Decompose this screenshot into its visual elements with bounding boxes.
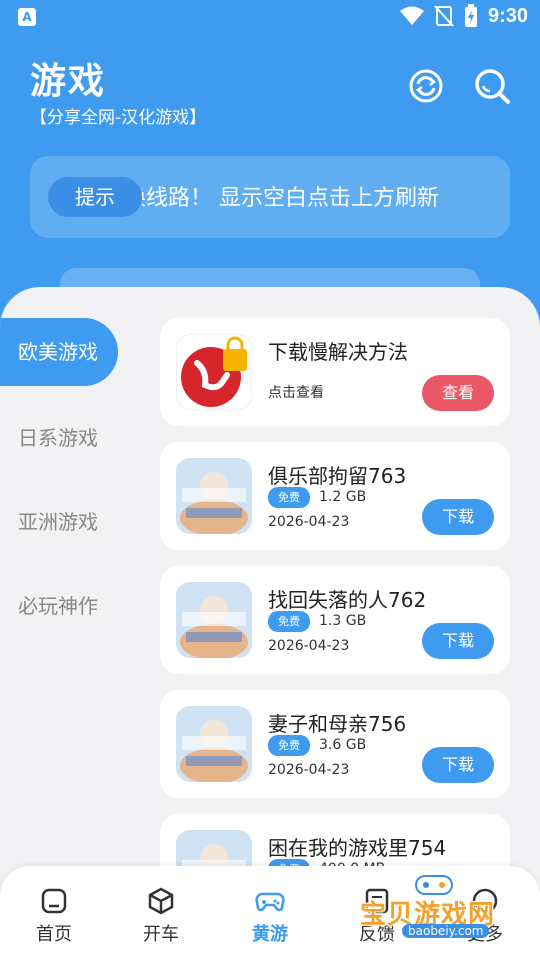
- download-button[interactable]: 下载: [422, 623, 494, 659]
- notice-text: 切换线路！ 显示空白点击上方刷新: [142, 186, 439, 211]
- promo-app-icon: [176, 334, 252, 410]
- release-date: 2026-04-23: [268, 762, 350, 778]
- file-size: 1.3 GB: [319, 613, 367, 629]
- nav-drive[interactable]: 开车: [116, 886, 206, 946]
- notification-icon: A: [18, 8, 36, 26]
- home-icon: [41, 888, 67, 914]
- search-button[interactable]: [472, 66, 512, 106]
- nav-games[interactable]: 黄游: [225, 886, 315, 946]
- download-button[interactable]: 下载: [422, 499, 494, 535]
- game-title: 困在我的游戏里754: [268, 836, 447, 860]
- game-card[interactable]: 妻子和母亲756 免费 3.6 GB 2026-04-23 下载: [160, 690, 510, 798]
- watermark-url: baobeiy.com: [402, 924, 490, 938]
- download-button[interactable]: 下载: [422, 747, 494, 783]
- game-title: 俱乐部拘留763: [268, 464, 407, 488]
- nav-home[interactable]: 首页: [9, 886, 99, 946]
- game-card[interactable]: 找回失落的人762 免费 1.3 GB 2026-04-23 下载: [160, 566, 510, 674]
- content-panel: 欧美游戏 日系游戏 亚洲游戏 必玩神作 下载慢解决方法 点击查看 查看 俱乐部拘…: [0, 287, 540, 960]
- free-badge: 免费: [268, 487, 310, 508]
- notice-badge: 提示: [48, 177, 142, 217]
- page-title: 游戏: [30, 61, 107, 102]
- category-asian[interactable]: 亚洲游戏: [0, 488, 118, 556]
- search-icon: [475, 69, 510, 104]
- notice-banner[interactable]: 提示 切换线路！ 显示空白点击上方刷新: [30, 156, 510, 238]
- wifi-icon: [399, 6, 424, 25]
- category-must-play[interactable]: 必玩神作: [0, 572, 118, 640]
- promo-title: 下载慢解决方法: [268, 340, 408, 364]
- category-western[interactable]: 欧美游戏: [0, 318, 118, 386]
- status-bar: A 9:30: [0, 0, 540, 36]
- gamepad-icon: [255, 892, 285, 912]
- refresh-button[interactable]: [406, 66, 446, 106]
- watermark-logo: 宝贝游戏网 baobeiy.com: [360, 872, 510, 942]
- battery-charging-icon: [464, 4, 477, 27]
- nav-label: 首页: [36, 924, 72, 945]
- free-badge: 免费: [268, 735, 310, 756]
- category-japanese[interactable]: 日系游戏: [0, 404, 118, 472]
- no-signal-icon: [434, 5, 454, 27]
- file-size: 1.2 GB: [319, 489, 367, 505]
- game-thumbnail: [176, 706, 252, 782]
- game-thumbnail: [176, 582, 252, 658]
- release-date: 2026-04-23: [268, 638, 350, 654]
- promo-card[interactable]: 下载慢解决方法 点击查看 查看: [160, 318, 510, 426]
- game-thumbnail: [176, 458, 252, 534]
- game-title: 找回失落的人762: [268, 588, 427, 612]
- clock: 9:30: [487, 4, 528, 27]
- status-icons: 9:30: [399, 4, 528, 28]
- page-subtitle: 【分享全网-汉化游戏】: [30, 108, 207, 128]
- file-size: 3.6 GB: [319, 737, 367, 753]
- promo-subtitle: 点击查看: [268, 385, 324, 401]
- view-button[interactable]: 查看: [422, 375, 494, 411]
- release-date: 2026-04-23: [268, 514, 350, 530]
- nav-label: 黄游: [252, 924, 288, 945]
- game-card[interactable]: 俱乐部拘留763 免费 1.2 GB 2026-04-23 下载: [160, 442, 510, 550]
- game-title: 妻子和母亲756: [268, 712, 407, 736]
- cube-icon: [148, 887, 174, 915]
- notice-marquee: 切换线路！ 显示空白点击上方刷新: [142, 156, 496, 238]
- free-badge: 免费: [268, 611, 310, 632]
- nav-label: 开车: [143, 924, 179, 945]
- refresh-icon: [409, 69, 443, 103]
